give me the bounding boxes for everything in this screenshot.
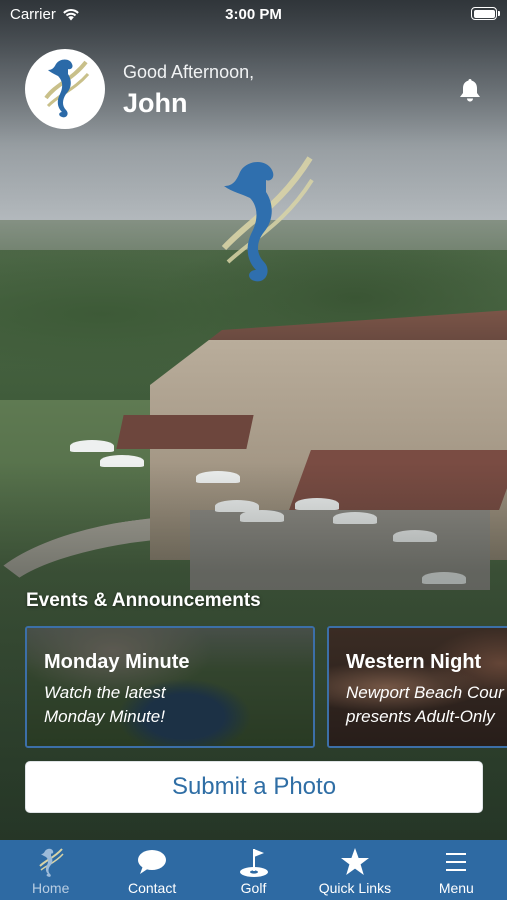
tab-quick-links[interactable]: Quick Links — [304, 840, 405, 900]
event-card-description-line: Watch the latest — [44, 683, 166, 702]
event-card[interactable]: Monday Minute Watch the latest Monday Mi… — [25, 626, 315, 748]
club-logo-avatar[interactable] — [25, 49, 105, 129]
status-time: 3:00 PM — [225, 5, 282, 23]
tab-menu[interactable]: Menu — [406, 840, 507, 900]
event-card-description: Newport Beach Cour presents Adult-Only — [346, 681, 504, 729]
greeting-text: Good Afternoon, — [123, 62, 255, 82]
tab-label: Menu — [438, 880, 474, 896]
tab-label: Quick Links — [318, 880, 392, 896]
chat-bubble-icon — [137, 845, 167, 879]
seahorse-watermark-logo — [221, 156, 314, 282]
events-section-title: Events & Announcements — [26, 590, 261, 611]
notifications-button[interactable] — [456, 76, 484, 104]
status-bar: Carrier 3:00 PM — [0, 0, 507, 28]
tab-label: Contact — [127, 880, 177, 896]
hamburger-menu-icon — [444, 845, 468, 879]
tab-home[interactable]: Home — [0, 840, 101, 900]
submit-photo-button[interactable]: Submit a Photo — [25, 761, 483, 813]
seahorse-icon — [36, 845, 66, 879]
event-card-title: Western Night — [346, 651, 482, 673]
tab-label: Home — [32, 880, 70, 896]
star-icon — [340, 845, 370, 879]
bottom-tab-bar: Home Contact Golf Quick Links Menu — [0, 840, 507, 900]
event-card-description-line: Monday Minute! — [44, 707, 165, 726]
bell-icon — [460, 79, 480, 102]
event-card-description-line: Newport Beach Cour — [346, 683, 504, 702]
event-card[interactable]: Western Night Newport Beach Cour present… — [327, 626, 507, 748]
event-card-title: Monday Minute — [44, 651, 190, 673]
golf-flag-icon — [238, 845, 270, 879]
events-carousel[interactable]: Monday Minute Watch the latest Monday Mi… — [25, 626, 507, 750]
tab-golf[interactable]: Golf — [203, 840, 304, 900]
event-card-description-line: presents Adult-Only — [346, 707, 495, 726]
tab-label: Golf — [240, 880, 267, 896]
user-name: John — [123, 88, 188, 118]
event-card-description: Watch the latest Monday Minute! — [44, 681, 166, 729]
seahorse-logo-icon — [44, 59, 90, 118]
battery-icon — [471, 7, 500, 20]
tab-contact[interactable]: Contact — [101, 840, 202, 900]
